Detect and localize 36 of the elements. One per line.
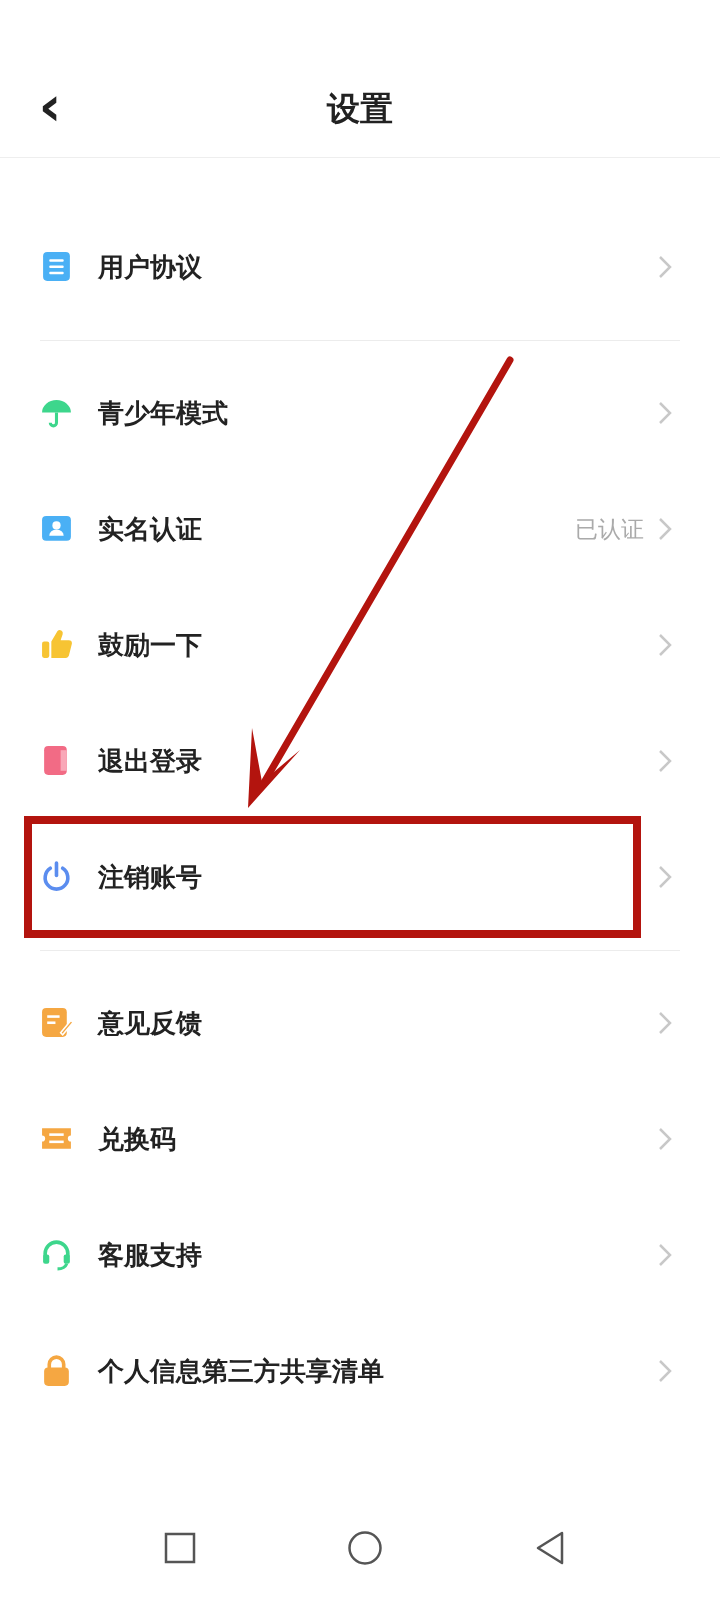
row-label: 意见反馈 bbox=[98, 1006, 202, 1040]
row-label: 退出登录 bbox=[98, 744, 202, 778]
square-nav-icon[interactable] bbox=[164, 1532, 196, 1564]
chevron-icon bbox=[658, 1243, 672, 1267]
back-button[interactable]: ‹ bbox=[34, 80, 66, 132]
chevron-icon bbox=[658, 517, 672, 541]
back-nav-icon[interactable] bbox=[534, 1531, 566, 1565]
chevron-icon bbox=[658, 1127, 672, 1151]
settings-row[interactable]: 注销账号 bbox=[0, 819, 720, 935]
row-label: 用户协议 bbox=[98, 250, 202, 284]
settings-row[interactable]: 鼓励一下 bbox=[0, 587, 720, 703]
chevron-icon bbox=[658, 255, 672, 279]
chevron-icon bbox=[658, 749, 672, 773]
settings-row[interactable]: 青少年模式 bbox=[0, 355, 720, 471]
settings-row[interactable]: 兑换码 bbox=[0, 1081, 720, 1197]
settings-row[interactable]: 意见反馈 bbox=[0, 965, 720, 1081]
row-label: 注销账号 bbox=[98, 860, 202, 894]
home-nav-icon[interactable] bbox=[347, 1530, 383, 1566]
settings-row[interactable]: 实名认证 已认证 bbox=[0, 471, 720, 587]
row-label: 实名认证 bbox=[98, 512, 202, 546]
chevron-icon bbox=[658, 1011, 672, 1035]
chevron-icon bbox=[658, 865, 672, 889]
row-label: 兑换码 bbox=[98, 1122, 176, 1156]
row-label: 个人信息第三方共享清单 bbox=[98, 1354, 384, 1388]
row-label: 鼓励一下 bbox=[98, 628, 202, 662]
chevron-icon bbox=[658, 633, 672, 657]
row-label: 青少年模式 bbox=[98, 396, 228, 430]
settings-row[interactable]: 个人信息第三方共享清单 bbox=[0, 1313, 720, 1429]
page-title: 设置 bbox=[325, 88, 394, 130]
settings-row[interactable]: 客服支持 bbox=[0, 1197, 720, 1313]
status-text: 已认证 bbox=[575, 514, 644, 544]
edit-icon bbox=[40, 1006, 74, 1040]
chevron-icon bbox=[658, 401, 672, 425]
settings-row[interactable]: 用户协议 bbox=[0, 209, 720, 325]
row-label: 客服支持 bbox=[98, 1238, 202, 1272]
chevron-icon bbox=[658, 1359, 672, 1383]
